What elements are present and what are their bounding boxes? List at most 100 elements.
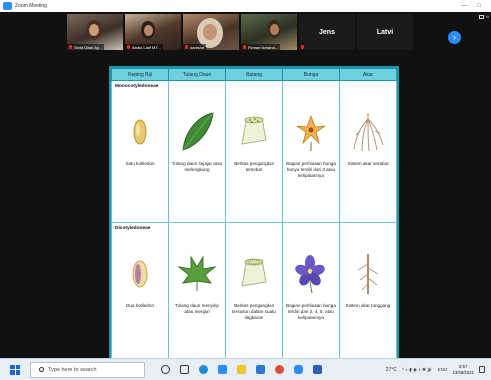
fibrous-root-illustration [346,109,390,155]
column-header: Batang [225,68,283,81]
chrome-icon[interactable] [275,365,284,374]
maximize-button[interactable]: □ [477,3,481,9]
participant-name-bar: Firman Ikmana... [241,44,281,50]
caption: Satu kotiledon [125,161,155,166]
table-cell: Berkas pengangkut tersusun dalam suatu l… [225,221,283,364]
zoom-logo-icon [3,2,12,10]
seed-dicot-illustration [118,251,162,297]
column-header: Tulang Daun [168,68,226,81]
edge-icon[interactable] [199,365,208,374]
participant-face [144,25,153,36]
table-header-row: Keping Biji Tulang Daun Batang Bunga Aka… [111,68,397,81]
window-title: Zoom Meeting [15,3,47,9]
participant-name: Jens [319,28,335,36]
task-view-icon[interactable] [180,365,189,374]
palmate-leaf-illustration [175,251,219,297]
grid-view-icon [478,14,484,19]
word-icon[interactable] [313,365,322,374]
ring-bundles-illustration [232,251,276,297]
participant-name-bar: Sinta Dilah Ay... [67,44,104,50]
start-button[interactable] [10,364,20,375]
store-icon[interactable] [256,365,265,374]
clock[interactable]: 9:57 13/08/2021 [452,364,474,376]
muted-mic-icon [127,45,130,49]
column-header: Bunga [282,68,340,81]
table-cell: Tulang daun menyirip atau menjari [168,221,226,364]
parallel-leaf-illustration [175,109,219,155]
table-cell: Sistem akar tunggang [339,221,397,364]
view-button[interactable]: Vi [478,14,489,19]
zoom-running-icon[interactable] [294,365,303,374]
muted-mic-icon [185,45,188,49]
caption: Berkas pengangkut tersebar [234,161,274,172]
muted-mic-icon [301,45,304,49]
notification-icon[interactable] [479,366,485,373]
next-page-button[interactable]: › [448,31,461,44]
chevron-right-icon: › [453,32,456,42]
caption: Tulang daun menyirip atau menjari [174,302,219,314]
table-cell: Bagian perhiasan bunga hanya terdiri dar… [282,80,340,223]
table-row: Monocotyledoneae Satu kotiledon Tulang d… [111,80,397,223]
caption: Sistem akar tunggang [345,302,391,308]
minimize-button[interactable]: — [461,3,467,9]
scattered-bundles-illustration [232,109,276,155]
participant-tile[interactable]: Firman Ikmana... [241,14,297,50]
search-icon [39,367,44,372]
table-cell: Berkas pengangkut tersebar [225,80,283,223]
muted-mic-icon [243,45,246,49]
caption: Sistem akar serabut [347,161,389,166]
participant-face [89,24,99,36]
participant-tile[interactable]: Jens [299,14,355,50]
table-cell: Bagian perhiasan bunga terdiri dari 2, 4… [282,221,340,364]
system-tray: 27°C ^ ◐ ▮ ◉ ◖ ✱ 🔊 ENG 9:57 13/08/2021 [386,364,485,376]
weather-widget[interactable]: 27°C [386,367,397,373]
participant-name: Firman Ikmana... [248,44,279,50]
participant-tile[interactable]: Latvi [357,14,413,50]
caption: Bagian perhiasan bunga hanya terdiri dar… [286,161,336,178]
window-controls: — □ [461,3,481,9]
screen: Zoom Meeting — □ Vi Sinta Dilah Ay... Ab… [0,0,491,380]
table-cell: Tulang daun sejajar atau melengkung [168,80,226,223]
view-label: Vi [485,14,489,19]
participant-tile[interactable]: Sinta Dilah Ay... [67,14,123,50]
shared-slide: Keping Biji Tulang Daun Batang Bunga Aka… [109,66,399,366]
table-row: Dicotyledoneae Dua kotiledon Tulang daun… [111,221,397,364]
table-cell: Sistem akar serabut [339,80,397,223]
clock-date: 13/08/2021 [452,369,474,375]
column-header: Akar [339,68,397,81]
meeting-area: Vi Sinta Dilah Ay... Abdul Latif MT... d… [0,12,491,366]
caption: Tulang daun sejajar atau melengkung [171,161,223,172]
search-placeholder: Type here to search [48,366,97,373]
taskbar: Type here to search 27°C ^ ◐ ▮ ◉ ◖ ✱ 🔊 E… [0,358,491,380]
participant-name: danisha [190,44,205,50]
seed-monocot-illustration [118,109,162,155]
muted-mic-icon [69,45,72,49]
taskbar-search[interactable]: Type here to search [30,361,145,378]
zoom-title-bar: Zoom Meeting — □ [0,0,491,12]
taproot-illustration [346,251,390,297]
participant-name: Sinta Dilah Ay... [74,44,102,50]
participant-strip: Sinta Dilah Ay... Abdul Latif MT... dani… [67,14,413,50]
participant-face [270,24,279,35]
file-explorer-icon[interactable] [237,365,246,374]
cortana-icon[interactable] [161,365,170,374]
participant-name: Latvi [376,28,394,36]
language-indicator[interactable]: ENG [438,367,448,372]
caption: Bagian perhiasan bunga terdiri dari 2, 4… [286,302,336,320]
tray-icons[interactable]: ^ ◐ ▮ ◉ ◖ ✱ 🔊 [402,367,433,373]
table-cell: Monocotyledoneae Satu kotiledon [111,80,169,223]
caption: Dua kotiledon [125,302,155,308]
participant-tile[interactable]: Abdul Latif MT... [125,14,181,50]
pinned-apps [161,365,322,374]
column-header: Keping Biji [111,68,169,81]
dicot-flower-illustration [289,251,333,297]
participant-name: Abdul Latif MT... [132,44,161,50]
monocot-flower-illustration [289,109,333,155]
participant-tile[interactable]: danisha [183,14,239,50]
table-cell: Dicotyledoneae Dua kotiledon [111,221,169,364]
participant-name-bar: danisha [183,44,207,50]
caption: Berkas pengangkut tersusun dalam suatu l… [232,302,276,320]
zoom-app-icon[interactable] [218,365,227,374]
participant-face [203,24,217,40]
participant-name-bar: Abdul Latif MT... [125,44,163,50]
